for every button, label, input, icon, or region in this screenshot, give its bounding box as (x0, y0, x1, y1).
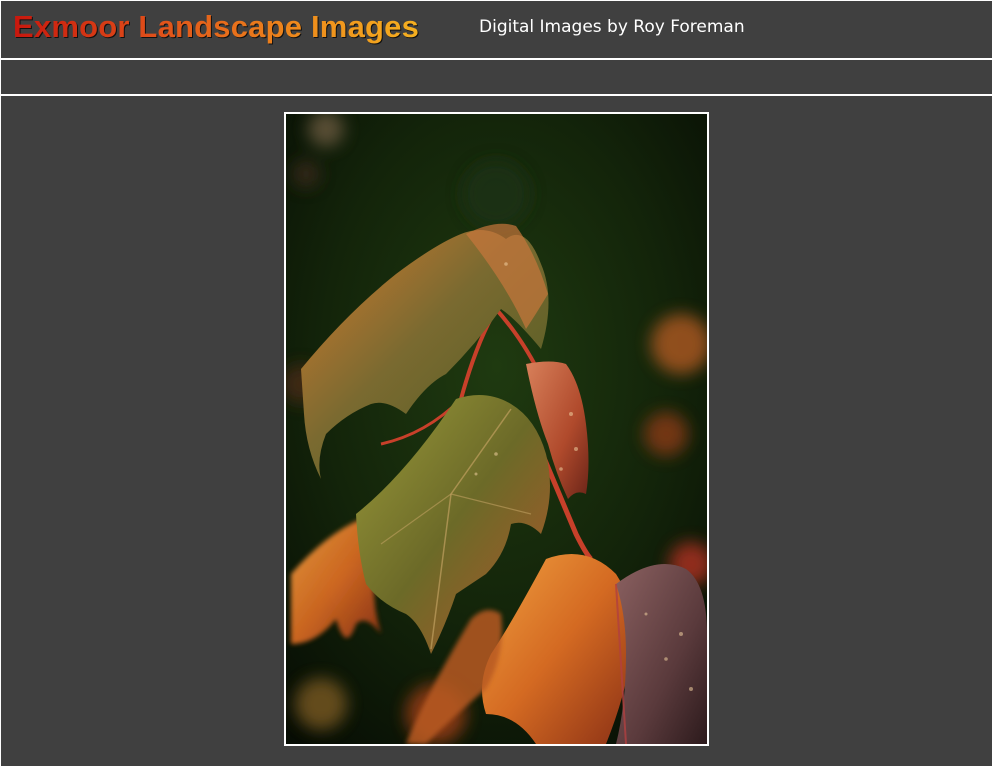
page-frame: Exmoor Landscape Images Digital Images b… (1, 1, 992, 766)
site-title: Exmoor Landscape Images (13, 9, 420, 44)
header-divider-bottom (1, 94, 992, 96)
site-header: Exmoor Landscape Images Digital Images b… (1, 1, 992, 58)
featured-photo[interactable] (284, 112, 709, 746)
site-subtitle: Digital Images by Roy Foreman (479, 17, 745, 37)
autumn-leaves-photo (286, 114, 707, 744)
nav-bar (1, 60, 992, 94)
